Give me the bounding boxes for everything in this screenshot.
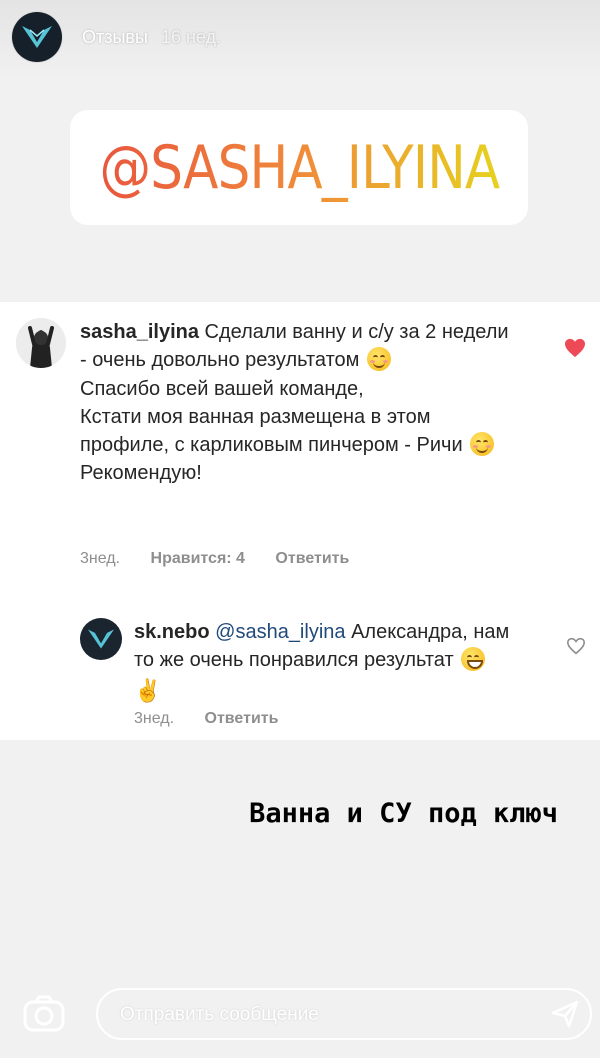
- avatar[interactable]: [80, 618, 122, 660]
- message-bar: Отправить сообщение: [0, 980, 600, 1058]
- heart-outline-icon: [566, 637, 586, 655]
- comment-line: Кстати моя ванная размещена в этом профи…: [80, 405, 463, 457]
- user-avatar-icon: [16, 318, 66, 368]
- likes-count-link[interactable]: Нравится: 4: [151, 550, 245, 567]
- story-meta: Отзывы 16 нед.: [82, 27, 221, 48]
- comment-actions: 3нед. Нравится: 4 Ответить: [80, 550, 375, 568]
- like-button[interactable]: [566, 637, 586, 660]
- comment-time: 3нед.: [134, 710, 175, 727]
- camera-icon: [23, 995, 65, 1032]
- smile-emoji-icon: [367, 347, 391, 372]
- comment-username[interactable]: sk.nebo: [134, 621, 210, 643]
- like-button[interactable]: [564, 338, 586, 363]
- mention-sticker-text: @SASHA_ILYINA: [99, 132, 500, 203]
- camera-button[interactable]: [22, 992, 66, 1036]
- comment-username[interactable]: sasha_ilyina: [80, 321, 199, 343]
- smile-emoji-icon: [470, 432, 495, 457]
- avatar[interactable]: [16, 318, 66, 368]
- heart-filled-icon: [565, 338, 585, 358]
- comment-mention[interactable]: @sasha_ilyina: [215, 621, 345, 643]
- grin-emoji-icon: [461, 647, 486, 672]
- comment-time: 3нед.: [80, 550, 121, 567]
- comment-line: Рекомендую!: [80, 462, 202, 485]
- message-placeholder: Отправить сообщение: [120, 1004, 319, 1025]
- send-button[interactable]: [550, 999, 580, 1034]
- comment-text: sk.nebo @sasha_ilyina Александра, нам то…: [134, 618, 514, 703]
- reply-link[interactable]: Ответить: [275, 550, 349, 567]
- send-icon: [551, 1000, 579, 1028]
- logo-icon: [22, 26, 52, 48]
- story-header: Отзывы 16 нед.: [12, 12, 221, 62]
- comment-line: Спасибо всей вашей команде,: [80, 377, 364, 400]
- message-input[interactable]: Отправить сообщение: [96, 988, 592, 1040]
- profile-avatar[interactable]: [12, 12, 62, 62]
- comment-actions: 3нед. Ответить: [134, 710, 304, 728]
- comments-screenshot: sasha_ilyina Сделали ванну и с/у за 2 не…: [0, 302, 600, 740]
- mention-sticker[interactable]: @SASHA_ILYINA: [70, 110, 528, 225]
- reply-link[interactable]: Ответить: [205, 710, 279, 727]
- story-caption: Ванна и СУ под ключ: [249, 798, 558, 829]
- story-title: Отзывы: [82, 26, 148, 47]
- peace-hand-emoji-icon: ✌: [134, 677, 162, 703]
- story-time: 16 нед.: [160, 26, 222, 47]
- comment-text: sasha_ilyina Сделали ванну и с/у за 2 не…: [80, 318, 520, 488]
- logo-icon: [88, 629, 114, 649]
